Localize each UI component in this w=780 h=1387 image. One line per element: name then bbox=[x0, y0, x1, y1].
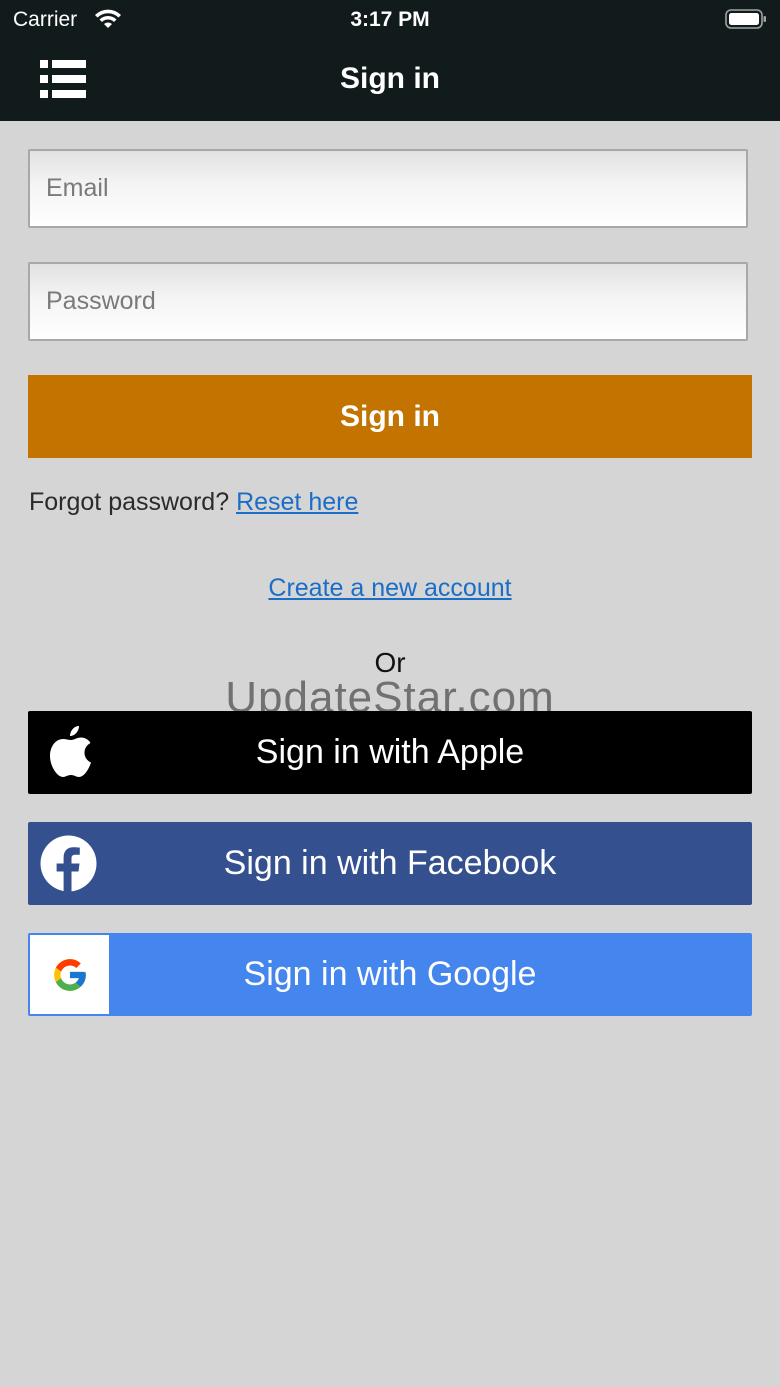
status-bar: Carrier 3:17 PM bbox=[0, 0, 780, 40]
sign-in-button[interactable]: Sign in bbox=[28, 375, 752, 458]
sign-in-button-label: Sign in bbox=[340, 399, 440, 433]
create-account-link[interactable]: Create a new account bbox=[268, 574, 511, 602]
facebook-icon bbox=[40, 835, 97, 892]
battery-icon bbox=[725, 9, 766, 29]
page-title: Sign in bbox=[340, 62, 440, 95]
forgot-password-text: Forgot password? bbox=[29, 488, 230, 516]
password-input[interactable] bbox=[44, 286, 746, 317]
sign-in-with-apple-button[interactable]: Sign in with Apple bbox=[28, 711, 752, 794]
google-icon-container bbox=[30, 935, 109, 1014]
nav-bar: Sign in bbox=[0, 40, 780, 121]
apple-button-label: Sign in with Apple bbox=[255, 733, 525, 771]
email-field[interactable] bbox=[28, 149, 748, 228]
sign-in-with-facebook-button[interactable]: Sign in with Facebook bbox=[28, 822, 752, 905]
facebook-button-label: Sign in with Facebook bbox=[223, 844, 557, 882]
password-field[interactable] bbox=[28, 262, 748, 341]
sign-in-with-google-button[interactable]: Sign in with Google bbox=[28, 933, 752, 1016]
apple-icon bbox=[50, 726, 91, 777]
email-input[interactable] bbox=[44, 173, 746, 204]
reset-password-link[interactable]: Reset here bbox=[236, 488, 358, 516]
status-time: 3:17 PM bbox=[350, 8, 430, 31]
create-account-row: Create a new account bbox=[0, 574, 780, 603]
google-icon bbox=[53, 958, 86, 991]
forgot-password-row: Forgot password? Reset here bbox=[29, 488, 358, 517]
google-button-label: Sign in with Google bbox=[243, 955, 537, 993]
